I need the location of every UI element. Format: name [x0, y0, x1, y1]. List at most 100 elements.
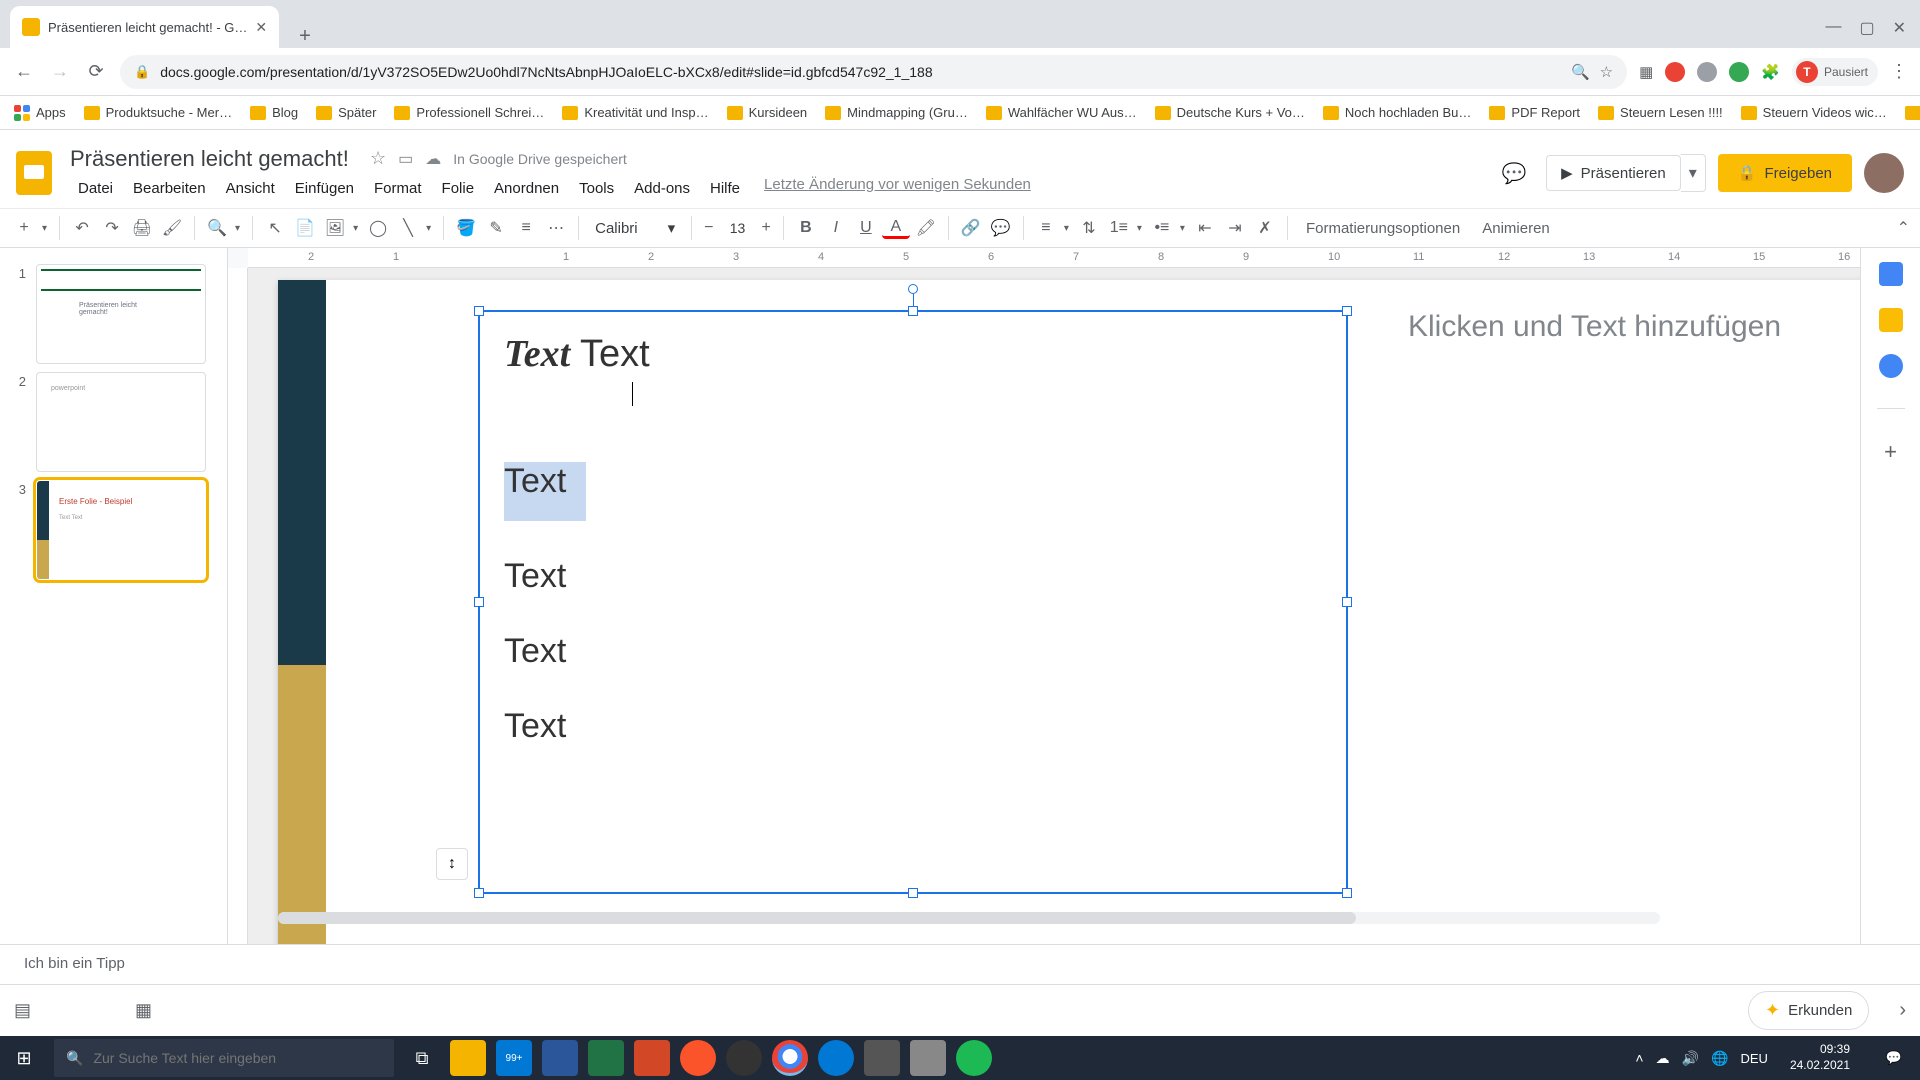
reload-button[interactable]: ⟳ — [84, 61, 108, 82]
bookmark-item[interactable]: Kursideen — [727, 105, 808, 120]
obs-icon[interactable] — [726, 1040, 762, 1076]
extension-icon-1[interactable] — [1665, 62, 1685, 82]
extension-icon-2[interactable] — [1697, 62, 1717, 82]
clear-format-button[interactable]: ✗ — [1251, 214, 1279, 242]
numbered-dropdown[interactable]: ▾ — [1137, 223, 1142, 234]
resize-handle-tl[interactable] — [474, 306, 484, 316]
forward-button[interactable]: → — [48, 61, 72, 82]
border-weight-button[interactable]: ≡ — [512, 214, 540, 242]
slide-thumbnail-2[interactable]: powerpoint — [36, 372, 206, 472]
bold-button[interactable]: B — [792, 214, 820, 242]
file-explorer-icon[interactable] — [450, 1040, 486, 1076]
volume-icon[interactable]: 🔊 — [1682, 1050, 1699, 1067]
notifications-icon[interactable]: 💬 — [1872, 1036, 1916, 1080]
taskbar-search[interactable]: 🔍 — [54, 1039, 394, 1077]
document-title-input[interactable] — [70, 146, 358, 172]
vertical-align-button[interactable]: ↕ — [436, 848, 468, 880]
explore-button[interactable]: ✦ Erkunden — [1748, 991, 1869, 1030]
undo-button[interactable]: ↶ — [68, 214, 96, 242]
tasks-icon[interactable] — [1879, 354, 1903, 378]
vertical-ruler[interactable] — [228, 268, 248, 944]
menu-einfuegen[interactable]: Einfügen — [287, 176, 362, 201]
slides-logo[interactable] — [10, 149, 58, 197]
share-button[interactable]: 🔒 Freigeben — [1718, 154, 1852, 192]
bookmark-item[interactable]: Wahlfächer WU Aus… — [986, 105, 1137, 120]
bookmark-item[interactable]: Steuern Videos wic… — [1741, 105, 1887, 120]
account-avatar[interactable] — [1864, 153, 1904, 193]
selected-textbox[interactable]: ↕ Text Text Text Text Text Text — [478, 310, 1348, 894]
window-close-icon[interactable]: ✕ — [1893, 18, 1906, 38]
menu-tools[interactable]: Tools — [571, 176, 622, 201]
scrollbar-thumb[interactable] — [278, 912, 1356, 924]
comment-button[interactable]: 💬 — [987, 214, 1015, 242]
add-addon-icon[interactable]: + — [1884, 439, 1897, 465]
start-button[interactable]: ⊞ — [0, 1036, 48, 1080]
resize-handle-mr[interactable] — [1342, 597, 1352, 607]
window-minimize-icon[interactable]: — — [1825, 18, 1841, 38]
new-slide-dropdown[interactable]: ▾ — [42, 223, 47, 234]
new-tab-button[interactable]: + — [289, 25, 321, 48]
spotify-icon[interactable] — [956, 1040, 992, 1076]
chrome-icon[interactable] — [772, 1040, 808, 1076]
border-color-button[interactable]: ✎ — [482, 214, 510, 242]
bookmark-item[interactable]: Deutsche Kurs + Vo… — [1155, 105, 1305, 120]
numbered-list-button[interactable]: 1≡ — [1105, 214, 1133, 242]
zoom-button[interactable]: 🔍 — [203, 214, 231, 242]
resize-handle-ml[interactable] — [474, 597, 484, 607]
mail-icon[interactable]: 99+ — [496, 1040, 532, 1076]
window-maximize-icon[interactable]: ▢ — [1859, 18, 1874, 38]
bullet-list-button[interactable]: •≡ — [1148, 214, 1176, 242]
app-icon-1[interactable] — [864, 1040, 900, 1076]
canvas-viewport[interactable]: ↕ Text Text Text Text Text Text Klicken … — [248, 268, 1860, 944]
line-dropdown[interactable]: ▾ — [426, 223, 431, 234]
present-button[interactable]: ▶ Präsentieren — [1546, 155, 1681, 191]
new-slide-button[interactable]: + — [10, 214, 38, 242]
back-button[interactable]: ← — [12, 61, 36, 82]
notes-placeholder[interactable]: Klicken und Text hinzufügen — [1408, 310, 1828, 344]
resize-handle-bm[interactable] — [908, 888, 918, 898]
qr-icon[interactable]: ▦ — [1639, 63, 1653, 81]
shape-tool[interactable]: ◯ — [364, 214, 392, 242]
menu-ansicht[interactable]: Ansicht — [218, 176, 283, 201]
word-icon[interactable] — [542, 1040, 578, 1076]
image-dropdown[interactable]: ▾ — [353, 223, 358, 234]
language-indicator[interactable]: DEU — [1740, 1051, 1767, 1066]
border-dash-button[interactable]: ⋯ — [542, 214, 570, 242]
powerpoint-icon[interactable] — [634, 1040, 670, 1076]
resize-handle-bl[interactable] — [474, 888, 484, 898]
star-icon[interactable]: ☆ — [1600, 63, 1613, 81]
browser-menu-icon[interactable]: ⋮ — [1890, 61, 1908, 82]
redo-button[interactable]: ↷ — [98, 214, 126, 242]
slide-canvas[interactable]: ↕ Text Text Text Text Text Text Klicken … — [278, 280, 1860, 944]
extensions-menu-icon[interactable]: 🧩 — [1761, 63, 1780, 81]
bookmark-item[interactable]: Kreativität und Insp… — [562, 105, 708, 120]
move-icon[interactable]: ▭ — [398, 149, 413, 169]
apps-button[interactable]: Apps — [14, 105, 66, 121]
print-button[interactable]: 🖨 — [128, 214, 156, 242]
link-button[interactable]: 🔗 — [957, 214, 985, 242]
grid-view-icon[interactable]: ▦ — [135, 1000, 152, 1021]
font-family-select[interactable]: Calibri ▾ — [587, 219, 683, 237]
resize-handle-tm[interactable] — [908, 306, 918, 316]
paint-format-button[interactable]: 🖌 — [158, 214, 186, 242]
slide-thumbnail-3[interactable]: Erste Folie - Beispiel Text Text — [36, 480, 206, 580]
menu-datei[interactable]: Datei — [70, 176, 121, 201]
tray-expand-icon[interactable]: ˄ — [1635, 1050, 1643, 1066]
star-icon[interactable]: ☆ — [370, 148, 386, 169]
bookmark-item[interactable]: Steuern Lesen !!!! — [1598, 105, 1723, 120]
filmstrip-view-icon[interactable]: ▤ — [14, 1000, 31, 1021]
bookmark-item[interactable]: Später — [316, 105, 376, 120]
align-dropdown[interactable]: ▾ — [1064, 223, 1069, 234]
profile-button[interactable]: T Pausiert — [1792, 58, 1878, 86]
slide-thumbnail-1[interactable]: Präsentieren leicht gemacht! — [36, 264, 206, 364]
side-panel-toggle-icon[interactable]: › — [1899, 999, 1906, 1022]
animate-button[interactable]: Animieren — [1472, 220, 1560, 237]
line-tool[interactable]: ╲ — [394, 214, 422, 242]
keep-icon[interactable] — [1879, 308, 1903, 332]
cloud-icon[interactable]: ☁ — [425, 149, 441, 169]
present-dropdown[interactable]: ▾ — [1681, 154, 1706, 192]
menu-format[interactable]: Format — [366, 176, 430, 201]
onedrive-icon[interactable]: ☁ — [1656, 1050, 1670, 1067]
brave-icon[interactable] — [680, 1040, 716, 1076]
select-tool[interactable]: ↖ — [261, 214, 289, 242]
